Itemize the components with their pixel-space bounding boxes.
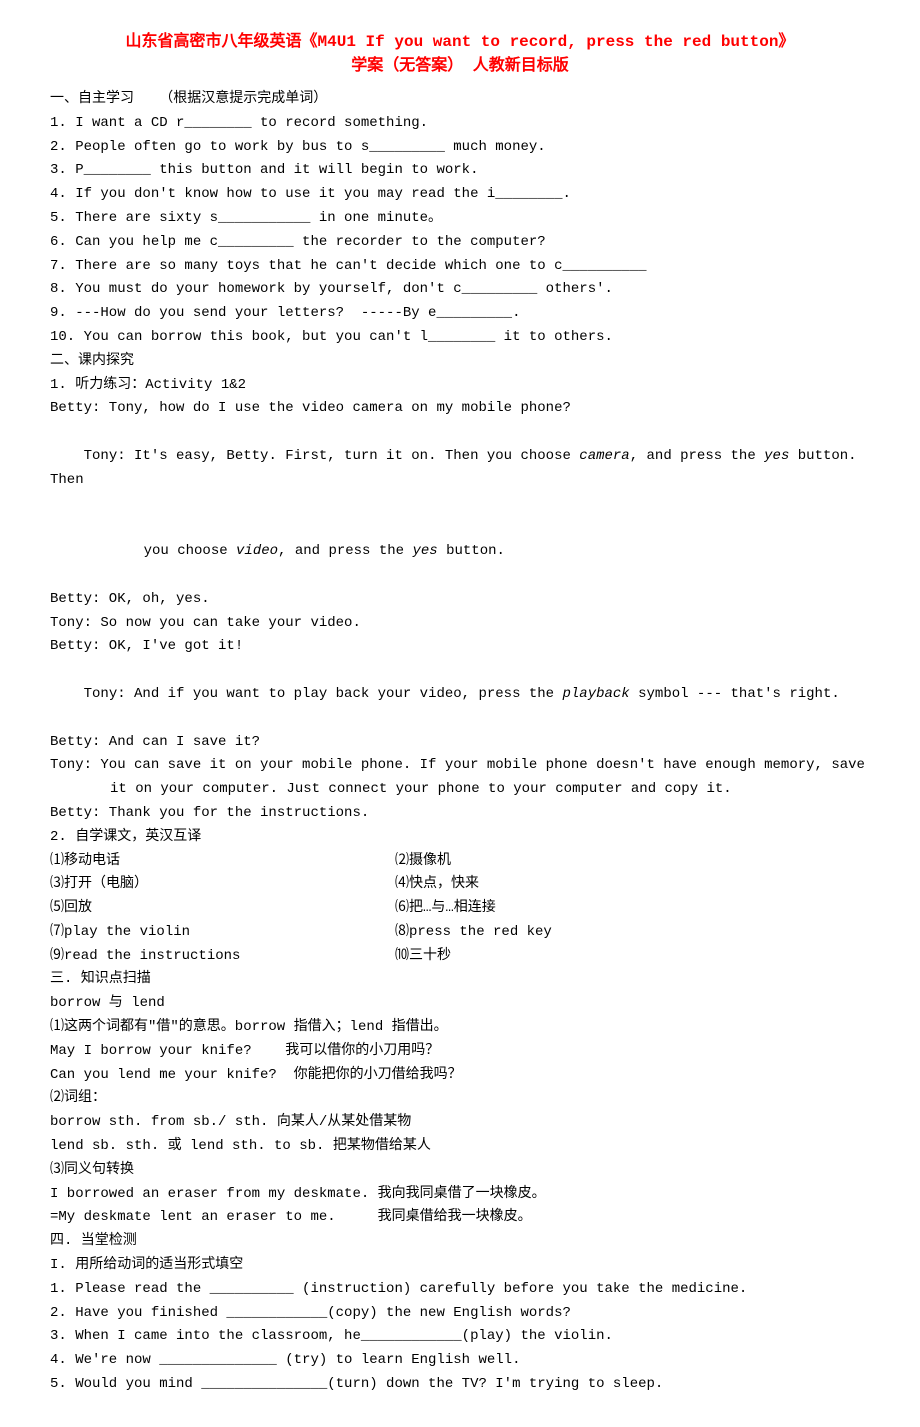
sec1-q5: 5. There are sixty s___________ in one m… bbox=[50, 207, 870, 231]
sec1-q10: 10. You can borrow this book, but you ca… bbox=[50, 326, 870, 350]
sec4-q5: 5. Would you mind _______________(turn) … bbox=[50, 1373, 870, 1397]
sec1-q7: 7. There are so many toys that he can't … bbox=[50, 255, 870, 279]
trans-r1: ⑵摄像机 bbox=[395, 850, 870, 874]
dialogue-tony1-cont: you choose video, and press the yes butt… bbox=[50, 516, 870, 587]
sec4-q4: 4. We're now ______________ (try) to lea… bbox=[50, 1349, 870, 1373]
dialogue-betty3: Betty: OK, I've got it! bbox=[50, 635, 870, 659]
dialogue-tony1: Tony: It's easy, Betty. First, turn it o… bbox=[50, 421, 870, 516]
italic-camera: camera bbox=[579, 448, 629, 464]
trans-l2: ⑶打开（电脑） bbox=[50, 873, 395, 897]
sec1-q8: 8. You must do your homework by yourself… bbox=[50, 278, 870, 302]
tony1-part-f: button. bbox=[438, 543, 505, 559]
trans-r3: ⑹把…与…相连接 bbox=[395, 897, 870, 921]
sec3-p5: ⑵词组： bbox=[50, 1087, 870, 1111]
listening-practice: 1. 听力练习：Activity 1&2 bbox=[50, 374, 870, 398]
italic-video: video bbox=[236, 543, 278, 559]
sec1-q1: 1. I want a CD r________ to record somet… bbox=[50, 112, 870, 136]
trans-r2: ⑷快点，快来 bbox=[395, 873, 870, 897]
sec3-p2: ⑴这两个词都有"借"的意思。borrow 指借入；lend 指借出。 bbox=[50, 1016, 870, 1040]
tony3-part-a: Tony: And if you want to play back your … bbox=[84, 686, 563, 702]
dialogue-tony2: Tony: So now you can take your video. bbox=[50, 612, 870, 636]
trans-l5: ⑼read the instructions bbox=[50, 945, 395, 969]
document-title: 山东省高密市八年级英语《M4U1 If you want to record, … bbox=[50, 30, 870, 78]
sec1-q6: 6. Can you help me c_________ the record… bbox=[50, 231, 870, 255]
sec4-sub: I. 用所给动词的适当形式填空 bbox=[50, 1254, 870, 1278]
translate-row1: ⑴移动电话 ⑵摄像机 bbox=[50, 850, 870, 874]
sec3-p4: Can you lend me your knife? 你能把你的小刀借给我吗？ bbox=[50, 1064, 870, 1088]
sec3-p1: borrow 与 lend bbox=[50, 992, 870, 1016]
section4-header: 四. 当堂检测 bbox=[50, 1230, 870, 1254]
section2-header: 二、课内探究 bbox=[50, 350, 870, 374]
dialogue-betty4: Betty: And can I save it? bbox=[50, 731, 870, 755]
sec3-p9: I borrowed an eraser from my deskmate. 我… bbox=[50, 1183, 870, 1207]
sec1-q2: 2. People often go to work by bus to s__… bbox=[50, 136, 870, 160]
tony3-part-b: symbol --- that's right. bbox=[630, 686, 840, 702]
translate-row2: ⑶打开（电脑） ⑷快点，快来 bbox=[50, 873, 870, 897]
translate-row3: ⑸回放 ⑹把…与…相连接 bbox=[50, 897, 870, 921]
title-line2: 学案（无答案） 人教新目标版 bbox=[50, 54, 870, 78]
trans-l4: ⑺play the violin bbox=[50, 921, 395, 945]
document-body: 一、自主学习 （根据汉意提示完成单词） 1. I want a CD r____… bbox=[50, 88, 870, 1397]
trans-l3: ⑸回放 bbox=[50, 897, 395, 921]
sec4-q3: 3. When I came into the classroom, he___… bbox=[50, 1325, 870, 1349]
tony1-part-e: , and press the bbox=[278, 543, 412, 559]
dialogue-tony4b: it on your computer. Just connect your p… bbox=[50, 778, 870, 802]
translate-row5: ⑼read the instructions ⑽三十秒 bbox=[50, 945, 870, 969]
dialogue-betty5: Betty: Thank you for the instructions. bbox=[50, 802, 870, 826]
dialogue-tony3: Tony: And if you want to play back your … bbox=[50, 659, 870, 730]
title-line1: 山东省高密市八年级英语《M4U1 If you want to record, … bbox=[50, 30, 870, 54]
dialogue-betty2: Betty: OK, oh, yes. bbox=[50, 588, 870, 612]
trans-r5: ⑽三十秒 bbox=[395, 945, 870, 969]
sec1-q4: 4. If you don't know how to use it you m… bbox=[50, 183, 870, 207]
tony1-part-b: , and press the bbox=[630, 448, 764, 464]
sec3-p10: =My deskmate lent an eraser to me. 我同桌借给… bbox=[50, 1206, 870, 1230]
trans-r4: ⑻press the red key bbox=[395, 921, 870, 945]
trans-l1: ⑴移动电话 bbox=[50, 850, 395, 874]
sec3-p6: borrow sth. from sb./ sth. 向某人/从某处借某物 bbox=[50, 1111, 870, 1135]
sec1-q9: 9. ---How do you send your letters? ----… bbox=[50, 302, 870, 326]
sec4-q1: 1. Please read the __________ (instructi… bbox=[50, 1278, 870, 1302]
dialogue-betty1: Betty: Tony, how do I use the video came… bbox=[50, 397, 870, 421]
section3-header: 三. 知识点扫描 bbox=[50, 968, 870, 992]
sec3-p3: May I borrow your knife? 我可以借你的小刀用吗？ bbox=[50, 1040, 870, 1064]
italic-playback: playback bbox=[563, 686, 630, 702]
section1-header: 一、自主学习 （根据汉意提示完成单词） bbox=[50, 88, 870, 112]
tony1-part-d: you choose bbox=[144, 543, 236, 559]
translate-row4: ⑺play the violin ⑻press the red key bbox=[50, 921, 870, 945]
italic-yes1: yes bbox=[764, 448, 789, 464]
dialogue-tony4a: Tony: You can save it on your mobile pho… bbox=[50, 754, 870, 778]
italic-yes2: yes bbox=[412, 543, 437, 559]
sec1-q3: 3. P________ this button and it will beg… bbox=[50, 159, 870, 183]
sec3-p8: ⑶同义句转换 bbox=[50, 1159, 870, 1183]
self-study-header: 2. 自学课文，英汉互译 bbox=[50, 826, 870, 850]
sec4-q2: 2. Have you finished ____________(copy) … bbox=[50, 1302, 870, 1326]
sec3-p7: lend sb. sth. 或 lend sth. to sb. 把某物借给某人 bbox=[50, 1135, 870, 1159]
tony1-part-a: Tony: It's easy, Betty. First, turn it o… bbox=[84, 448, 580, 464]
